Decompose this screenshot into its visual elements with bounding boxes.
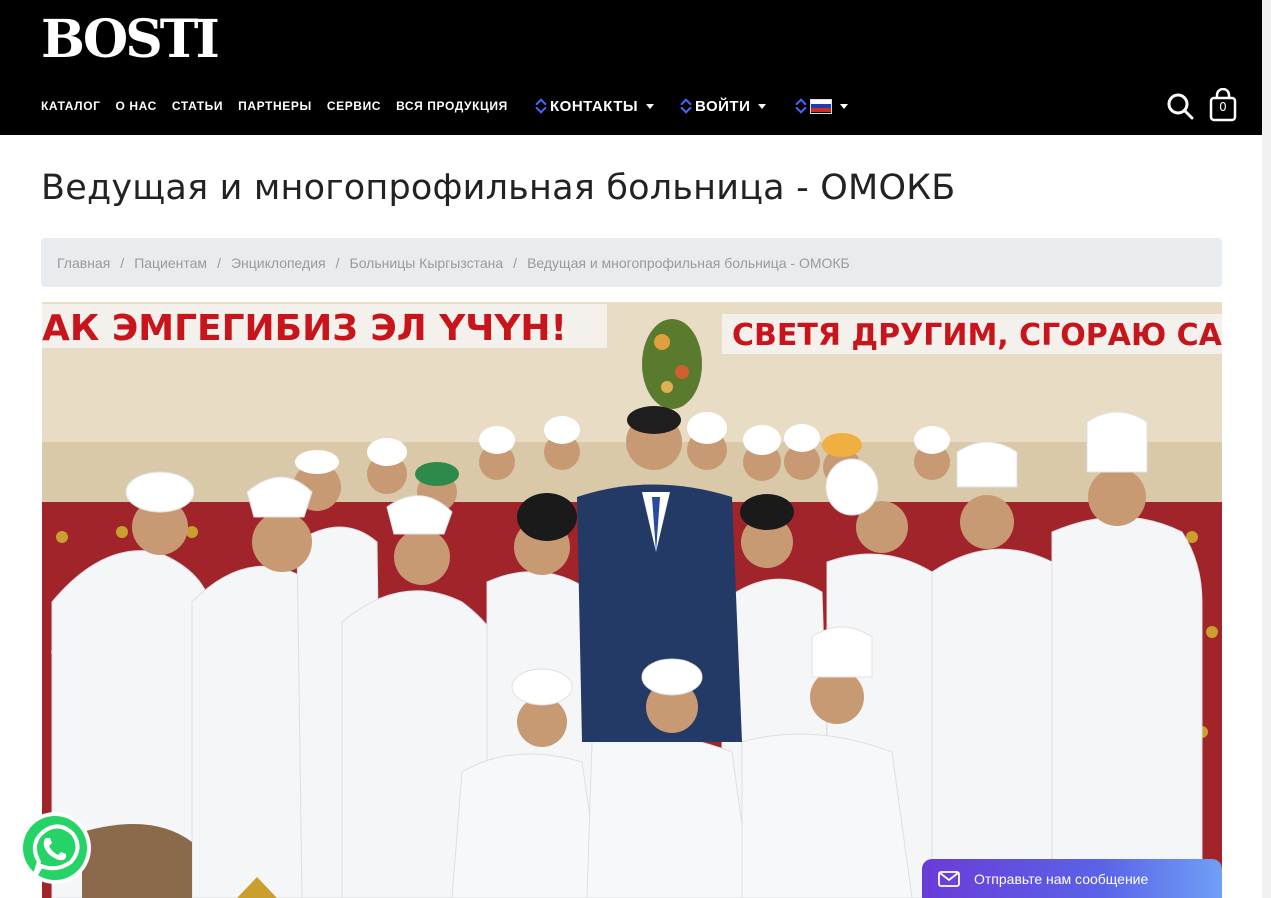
chat-label: Отправьте нам сообщение (974, 870, 1149, 887)
banner-left-text: АК ЭМГЕГИБИЗ ЭЛ ҮЧҮН! (42, 308, 567, 349)
nav-partners[interactable]: ПАРТНЕРЫ (238, 92, 312, 120)
sort-arrows-icon (681, 98, 691, 114)
russian-flag-icon (810, 98, 832, 114)
shopping-bag-icon[interactable]: 0 (1208, 87, 1238, 122)
banner-right-text: СВЕТЯ ДРУГИМ, СГОРАЮ СА (732, 318, 1222, 353)
breadcrumb-current: Ведущая и многопрофильная больница - ОМО… (527, 254, 850, 271)
page-title: Ведущая и многопрофильная больница - ОМО… (41, 168, 956, 208)
search-icon[interactable] (1166, 92, 1194, 120)
nav-service[interactable]: СЕРВИС (327, 92, 381, 120)
nav-all-products[interactable]: ВСЯ ПРОДУКЦИЯ (396, 92, 508, 120)
nav-articles[interactable]: СТАТЬИ (172, 92, 223, 120)
contacts-dropdown[interactable]: КОНТАКТЫ (536, 92, 655, 120)
caret-down-icon (758, 103, 767, 109)
breadcrumb-encyclopedia[interactable]: Энциклопедия (231, 255, 326, 271)
caret-down-icon (646, 103, 655, 109)
hospital-staff-photo: АК ЭМГЕГИБИЗ ЭЛ ҮЧҮН! СВЕТЯ ДРУГИМ, СГОР… (42, 302, 1222, 898)
breadcrumb-home[interactable]: Главная (57, 255, 110, 271)
breadcrumb: Главная / Пациентам / Энциклопедия / Бол… (41, 238, 1222, 287)
sort-arrows-icon (536, 98, 546, 114)
nav-about[interactable]: О НАС (116, 92, 157, 120)
cart-count: 0 (1219, 100, 1227, 114)
login-dropdown[interactable]: ВОЙТИ (681, 92, 767, 120)
nav-catalog[interactable]: КАТАЛОГ (41, 92, 101, 120)
contacts-label: КОНТАКТЫ (550, 97, 639, 115)
envelope-icon (938, 870, 960, 887)
main-nav: КАТАЛОГ О НАС СТАТЬИ ПАРТНЕРЫ СЕРВИС ВСЯ… (41, 92, 848, 120)
site-header: BOSTI КАТАЛОГ О НАС СТАТЬИ ПАРТНЕРЫ СЕРВ… (0, 0, 1262, 135)
language-dropdown[interactable] (796, 92, 848, 120)
caret-down-icon (840, 103, 848, 109)
breadcrumb-patients[interactable]: Пациентам (134, 255, 207, 271)
login-label: ВОЙТИ (695, 97, 751, 115)
whatsapp-icon[interactable] (15, 810, 93, 888)
chat-widget[interactable]: Отправьте нам сообщение (922, 859, 1222, 898)
sort-arrows-icon (796, 98, 806, 114)
site-logo[interactable]: BOSTI (41, 12, 220, 68)
page-scrollbar[interactable] (1262, 0, 1271, 898)
breadcrumb-hospitals[interactable]: Больницы Кыргызстана (350, 255, 504, 271)
